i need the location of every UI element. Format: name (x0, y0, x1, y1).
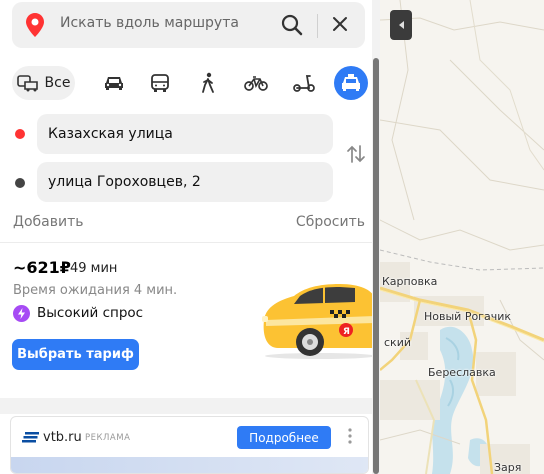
bicycle-icon (244, 76, 268, 91)
taxi-price: ~621₽ (13, 258, 71, 277)
transport-mode-bar: Все (12, 66, 372, 100)
taxi-icon (342, 74, 360, 91)
map-label-zarya: Заря (494, 461, 522, 474)
ad-banner-image (11, 457, 368, 473)
more-options-icon[interactable] (348, 428, 352, 444)
trip-duration: 49 мин (70, 261, 118, 276)
pedestrian-icon (202, 72, 214, 93)
mode-all-button[interactable]: Все (12, 66, 75, 100)
close-icon[interactable] (331, 15, 349, 33)
bus-icon (151, 74, 169, 92)
ad-domain[interactable]: vtb.ru (43, 430, 82, 445)
mode-scooter-button[interactable] (290, 66, 318, 100)
map-label-bereslavka: Береславка (428, 366, 496, 379)
swap-route-icon[interactable] (346, 144, 366, 164)
yandex-taxi-car-image: Я (262, 284, 375, 359)
ad-more-button[interactable]: Подробнее (237, 426, 331, 449)
destination-dot (15, 178, 25, 188)
mode-public-transport-button[interactable] (146, 66, 174, 100)
collapse-panel-button[interactable] (390, 10, 412, 40)
divider (0, 242, 372, 243)
reset-route-link[interactable]: Сбросить (296, 214, 365, 230)
mode-bicycle-button[interactable] (242, 66, 270, 100)
map-canvas (380, 0, 544, 474)
scrollbar-thumb[interactable] (373, 58, 379, 474)
map-label-karpovka: Карповка (382, 275, 438, 288)
section-gap (0, 398, 372, 414)
search-divider (317, 14, 318, 38)
search-bar (12, 2, 365, 48)
scooter-icon (293, 75, 315, 92)
vtb-logo-icon (22, 432, 39, 443)
search-icon[interactable] (281, 14, 303, 36)
destination-field[interactable] (37, 162, 333, 202)
origin-field[interactable] (37, 114, 333, 154)
high-demand-label: Высокий спрос (37, 305, 144, 321)
collapse-arrow-icon (398, 21, 404, 29)
search-along-route-input[interactable] (60, 15, 260, 31)
svg-text:Я: Я (343, 327, 350, 337)
map-label-noviy-rogachik: Новый Рогачик (424, 310, 511, 323)
map-label-partial: ский (384, 336, 411, 349)
mode-walk-button[interactable] (194, 66, 222, 100)
ad-card[interactable]: vtb.ru РЕКЛАМА Подробнее (10, 416, 369, 474)
wait-time: Время ожидания 4 мин. (13, 283, 178, 298)
ad-badge: РЕКЛАМА (85, 433, 131, 443)
car-icon (105, 77, 123, 90)
mode-all-label: Все (44, 75, 71, 91)
multi-transport-icon (16, 75, 38, 92)
map-view[interactable]: Карповка Новый Рогачик ский Береславка З… (380, 0, 544, 474)
location-pin-icon (26, 13, 44, 37)
lightning-bolt-icon (13, 305, 30, 322)
choose-tariff-button[interactable]: Выбрать тариф (12, 339, 139, 370)
origin-dot (15, 129, 25, 139)
add-point-link[interactable]: Добавить (13, 214, 83, 230)
mode-taxi-button[interactable] (334, 66, 368, 100)
mode-car-button[interactable] (100, 66, 128, 100)
route-panel: Все (0, 0, 380, 474)
